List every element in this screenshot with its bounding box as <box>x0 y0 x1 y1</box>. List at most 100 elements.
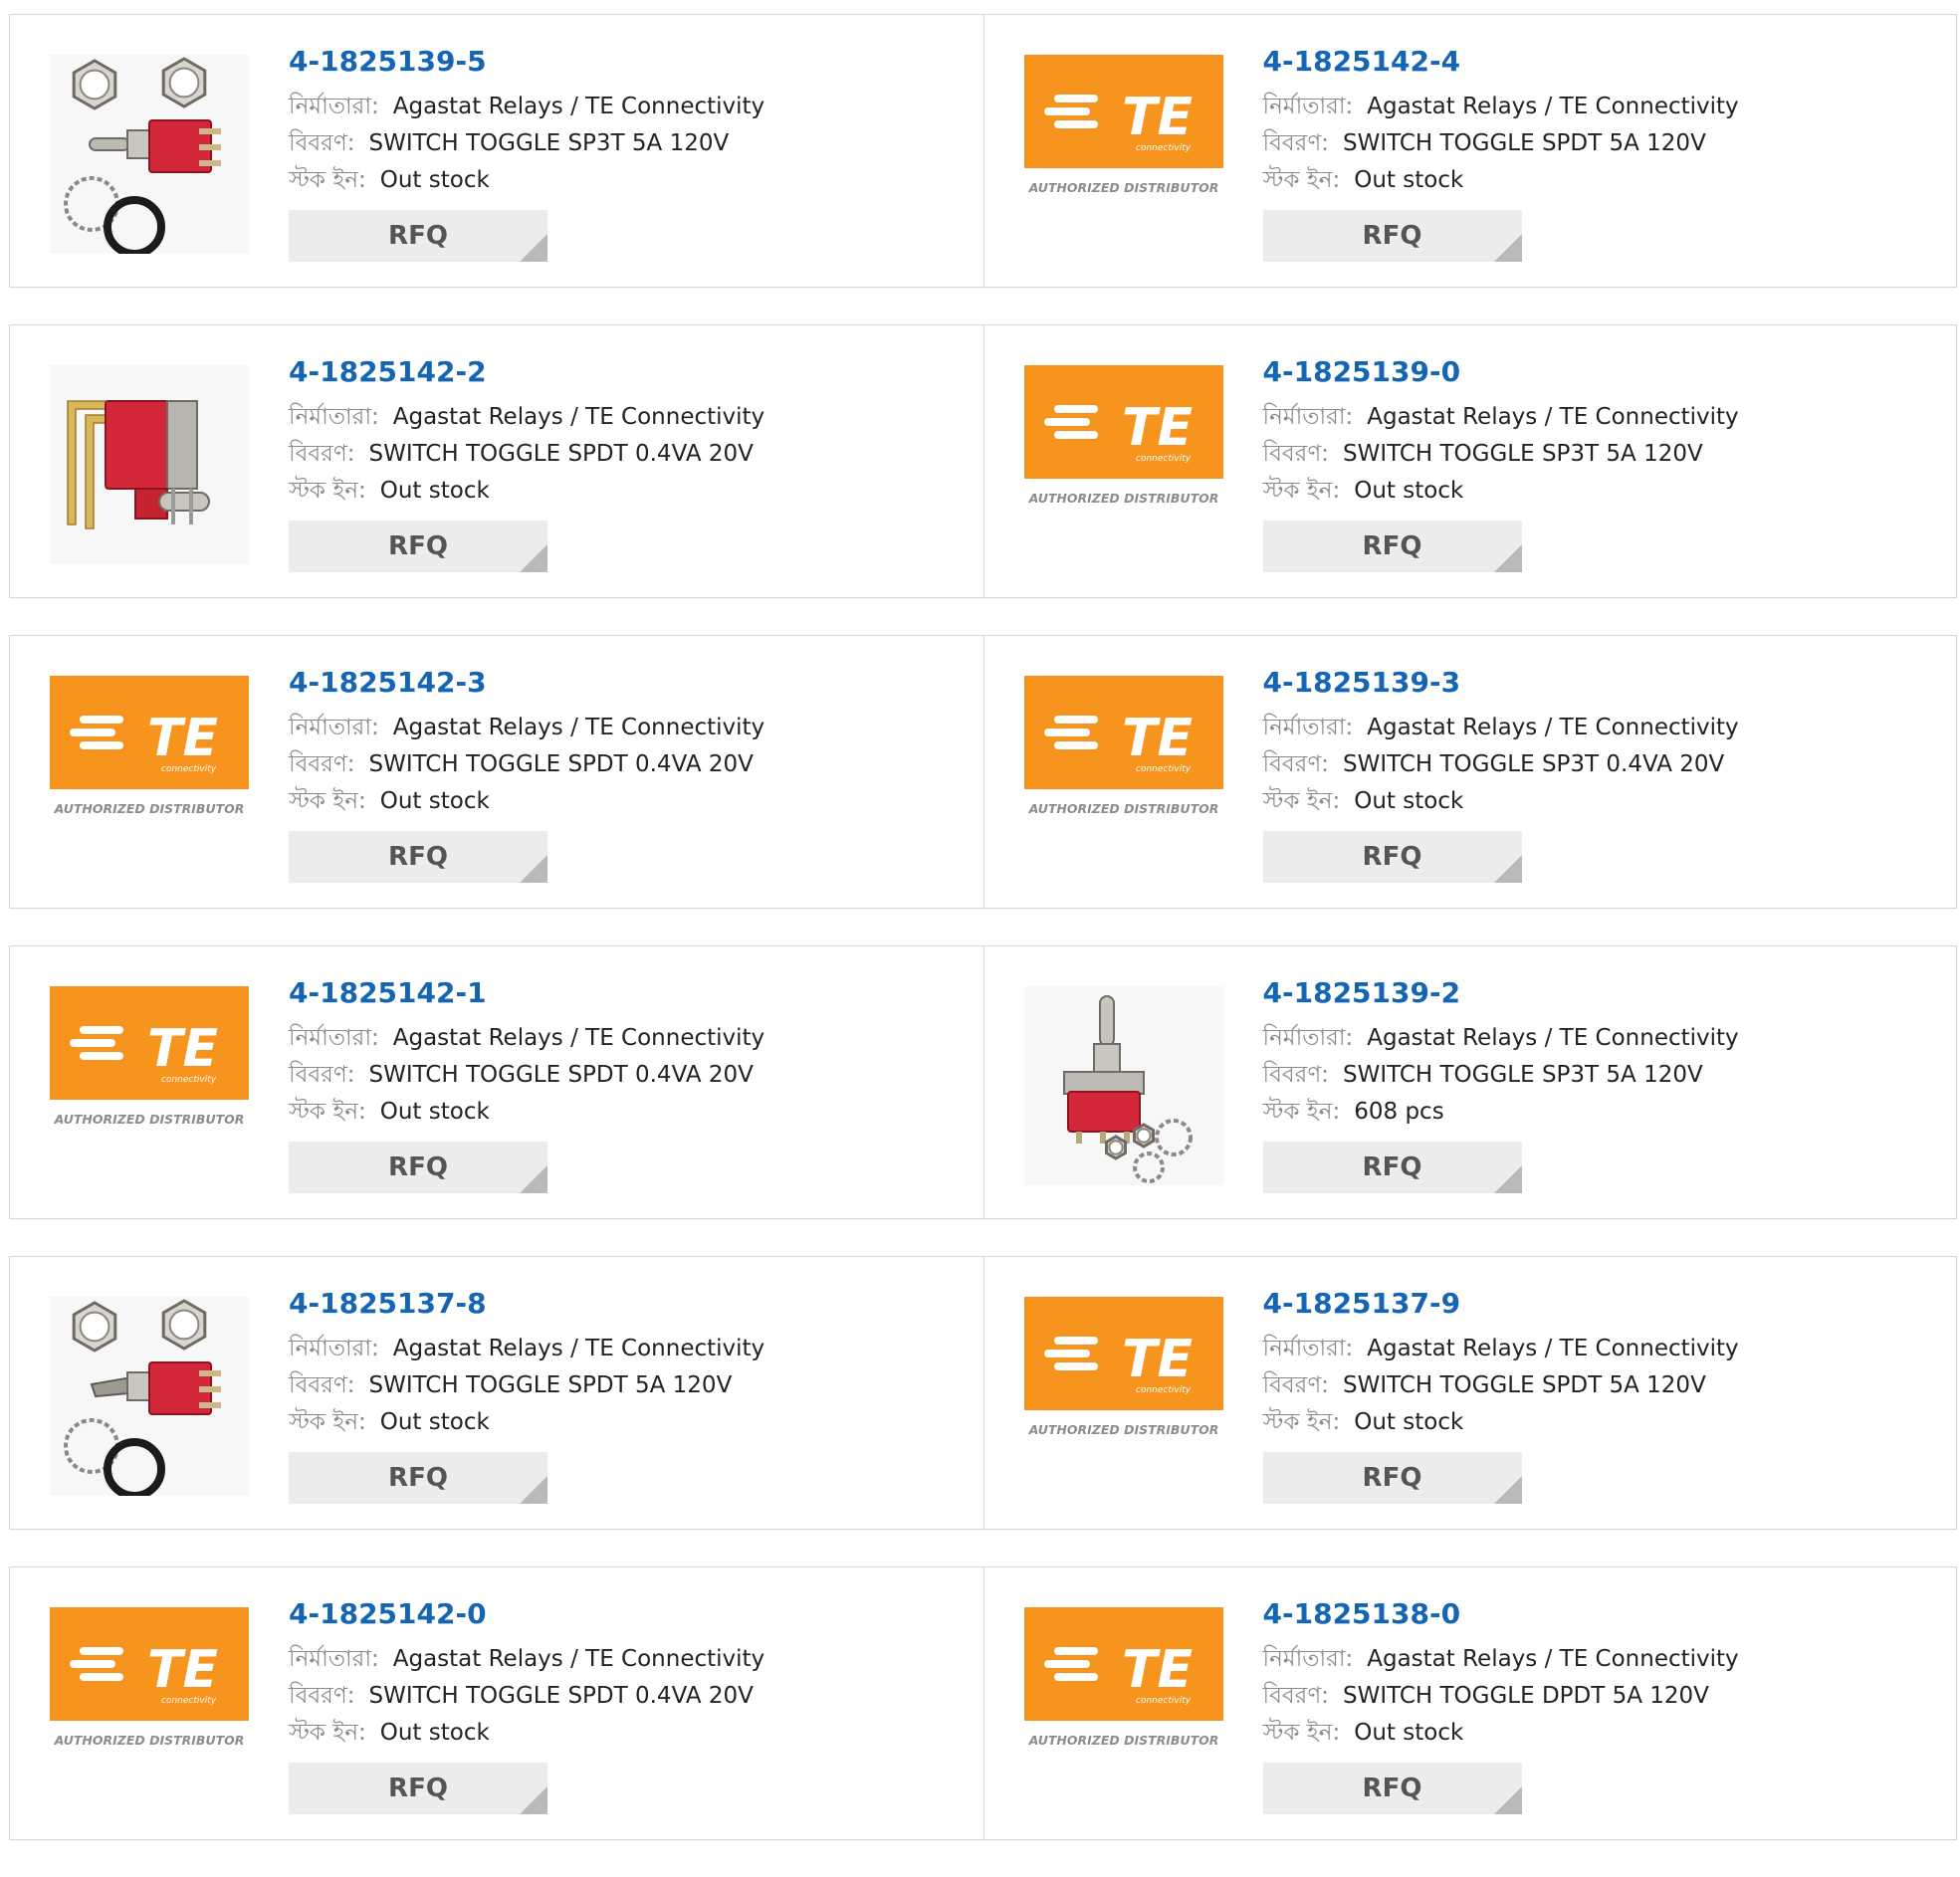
product-row: 4-1825137-8 নির্মাতারা: Agastat Relays / … <box>9 1256 1957 1530</box>
stock-value: Out stock <box>379 1409 490 1435</box>
corner-triangle-icon <box>1493 544 1522 572</box>
description-row: বিবরণ: SWITCH TOGGLE SPDT 0.4VA 20V <box>289 1057 974 1094</box>
manufacturer-row: নির্মাতারা: Agastat Relays / TE Connectiv… <box>289 1641 974 1678</box>
part-number-link[interactable]: 4-1825142-1 <box>289 976 974 1010</box>
description-label: বিবরণ: <box>1262 441 1330 467</box>
part-number-link[interactable]: 4-1825142-4 <box>1263 45 1947 79</box>
description-value: SWITCH TOGGLE SPDT 0.4VA 20V <box>368 751 754 777</box>
part-number-link[interactable]: 4-1825139-3 <box>1263 666 1947 700</box>
product-info: 4-1825142-4 নির্মাতারা: Agastat Relays / … <box>1262 45 1947 262</box>
description-value: SWITCH TOGGLE SP3T 5A 120V <box>368 130 730 156</box>
manufacturer-value: Agastat Relays / TE Connectivity <box>1367 1336 1739 1361</box>
rfq-button[interactable]: RFQ <box>289 1452 547 1504</box>
rfq-button[interactable]: RFQ <box>289 1142 547 1193</box>
logo-tagline: AUTHORIZED DISTRIBUTOR <box>1027 180 1218 195</box>
logo-text: TE <box>1122 1330 1193 1389</box>
manufacturer-value: Agastat Relays / TE Connectivity <box>392 1025 765 1051</box>
manufacturer-value: Agastat Relays / TE Connectivity <box>1367 1025 1739 1051</box>
manufacturer-row: নির্মাতারা: Agastat Relays / TE Connectiv… <box>289 399 974 436</box>
manufacturer-row: নির্মাতারা: Agastat Relays / TE Connectiv… <box>1263 399 1947 436</box>
product-photo-lever-toggle-with-nuts-photo[interactable] <box>50 1297 249 1496</box>
manufacturer-value: Agastat Relays / TE Connectivity <box>1367 1646 1739 1672</box>
part-number-link[interactable]: 4-1825142-0 <box>289 1597 974 1631</box>
description-label: বিবরণ: <box>289 1372 355 1398</box>
product-list: 4-1825139-5 নির্মাতারা: Agastat Relays / … <box>9 14 1957 1877</box>
part-number-link[interactable]: 4-1825142-2 <box>289 355 974 389</box>
part-number-link[interactable]: 4-1825137-8 <box>289 1287 974 1321</box>
product-info: 4-1825138-0 নির্মাতারা: Agastat Relays / … <box>1262 1597 1947 1814</box>
te-logo-image[interactable]: TE connectivity AUTHORIZED DISTRIBUTOR <box>1023 365 1223 564</box>
product-info: 4-1825142-3 নির্মাতারা: Agastat Relays / … <box>289 666 974 883</box>
product-photo-toggle-switch-with-nuts-photo[interactable] <box>50 55 249 254</box>
part-number-link[interactable]: 4-1825142-3 <box>289 666 974 700</box>
rfq-label: RFQ <box>388 842 448 872</box>
part-number-link[interactable]: 4-1825137-9 <box>1263 1287 1947 1321</box>
logo-subtext: connectivity <box>161 1075 217 1085</box>
stock-label: স্টক ইন: <box>289 1409 366 1435</box>
part-number-link[interactable]: 4-1825139-2 <box>1263 976 1947 1010</box>
product-info: 4-1825142-0 নির্মাতারা: Agastat Relays / … <box>289 1597 974 1814</box>
logo-text: TE <box>1122 398 1193 458</box>
description-row: বিবরণ: SWITCH TOGGLE SPDT 0.4VA 20V <box>289 746 974 783</box>
stock-label: স্টক ইন: <box>1262 1720 1341 1746</box>
rfq-button[interactable]: RFQ <box>1262 210 1522 262</box>
te-logo-image[interactable]: TE connectivity AUTHORIZED DISTRIBUTOR <box>1023 1607 1223 1806</box>
rfq-button[interactable]: RFQ <box>1262 1452 1522 1504</box>
rfq-button[interactable]: RFQ <box>1262 1142 1522 1193</box>
corner-triangle-icon <box>1493 1165 1522 1193</box>
product-card: 4-1825139-2 নির্মাতারা: Agastat Relays / … <box>982 946 1957 1218</box>
description-value: SWITCH TOGGLE SP3T 5A 120V <box>1343 1062 1703 1088</box>
rfq-button[interactable]: RFQ <box>289 831 547 883</box>
corner-triangle-icon <box>520 1476 547 1504</box>
description-row: বিবরণ: SWITCH TOGGLE SP3T 5A 120V <box>1263 436 1947 473</box>
product-row: TE connectivity AUTHORIZED DISTRIBUTOR 4-1… <box>9 1566 1957 1840</box>
manufacturer-label: নির্মাতারা: <box>1262 1025 1354 1051</box>
logo-tagline: AUTHORIZED DISTRIBUTOR <box>1027 801 1218 816</box>
stock-row: স্টক ইন: Out stock <box>1263 1715 1947 1752</box>
manufacturer-row: নির্মাতারা: Agastat Relays / TE Connectiv… <box>1263 710 1947 746</box>
te-logo-image[interactable]: TE connectivity AUTHORIZED DISTRIBUTOR <box>1023 55 1223 254</box>
rfq-button[interactable]: RFQ <box>289 1763 547 1814</box>
stock-row: স্টক ইন: Out stock <box>289 1715 974 1752</box>
stock-row: স্টক ইন: Out stock <box>1263 783 1947 820</box>
logo-tagline: AUTHORIZED DISTRIBUTOR <box>1027 1733 1218 1748</box>
manufacturer-label: নির্মাতারা: <box>1262 1336 1354 1361</box>
te-logo-image[interactable]: TE connectivity AUTHORIZED DISTRIBUTOR <box>50 1607 249 1806</box>
part-number-link[interactable]: 4-1825139-5 <box>289 45 974 79</box>
product-photo-right-angle-toggle-photo[interactable] <box>50 365 249 564</box>
description-label: বিবরণ: <box>1262 751 1330 777</box>
manufacturer-row: নির্মাতারা: Agastat Relays / TE Connectiv… <box>1263 1020 1947 1057</box>
rfq-button[interactable]: RFQ <box>1262 1763 1522 1814</box>
product-card: TE connectivity AUTHORIZED DISTRIBUTOR 4-1… <box>10 1567 983 1839</box>
te-logo-image[interactable]: TE connectivity AUTHORIZED DISTRIBUTOR <box>50 986 249 1185</box>
te-logo-image[interactable]: TE connectivity AUTHORIZED DISTRIBUTOR <box>1023 1297 1223 1496</box>
product-photo-vertical-toggle-with-washers-photo[interactable] <box>1023 986 1223 1185</box>
corner-triangle-icon <box>520 544 547 572</box>
stock-value: Out stock <box>1354 1409 1464 1435</box>
manufacturer-value: Agastat Relays / TE Connectivity <box>1367 404 1739 430</box>
manufacturer-value: Agastat Relays / TE Connectivity <box>1367 715 1739 740</box>
rfq-button[interactable]: RFQ <box>289 210 547 262</box>
rfq-button[interactable]: RFQ <box>1262 831 1522 883</box>
rfq-button[interactable]: RFQ <box>289 521 547 572</box>
product-row: TE connectivity AUTHORIZED DISTRIBUTOR 4-1… <box>9 945 1957 1219</box>
rfq-label: RFQ <box>388 1463 448 1493</box>
product-card: TE connectivity AUTHORIZED DISTRIBUTOR 4-1… <box>982 1567 1957 1839</box>
logo-tagline: AUTHORIZED DISTRIBUTOR <box>1027 491 1218 506</box>
te-logo-image[interactable]: TE connectivity AUTHORIZED DISTRIBUTOR <box>1023 676 1223 875</box>
description-label: বিবরণ: <box>1262 130 1330 156</box>
logo-subtext: connectivity <box>1136 454 1192 464</box>
description-row: বিবরণ: SWITCH TOGGLE SP3T 5A 120V <box>289 125 974 162</box>
stock-label: স্টক ইন: <box>1262 167 1341 193</box>
logo-tagline: AUTHORIZED DISTRIBUTOR <box>1027 1422 1218 1437</box>
part-number-link[interactable]: 4-1825139-0 <box>1263 355 1947 389</box>
part-number-link[interactable]: 4-1825138-0 <box>1263 1597 1947 1631</box>
manufacturer-value: Agastat Relays / TE Connectivity <box>392 404 765 430</box>
te-logo-image[interactable]: TE connectivity AUTHORIZED DISTRIBUTOR <box>50 676 249 875</box>
product-card: 4-1825142-2 নির্মাতারা: Agastat Relays / … <box>10 325 983 597</box>
rfq-button[interactable]: RFQ <box>1262 521 1522 572</box>
stock-value: Out stock <box>379 1099 490 1125</box>
stock-label: স্টক ইন: <box>1262 1099 1341 1125</box>
manufacturer-label: নির্মাতারা: <box>1262 94 1354 119</box>
stock-row: স্টক ইন: Out stock <box>289 783 974 820</box>
